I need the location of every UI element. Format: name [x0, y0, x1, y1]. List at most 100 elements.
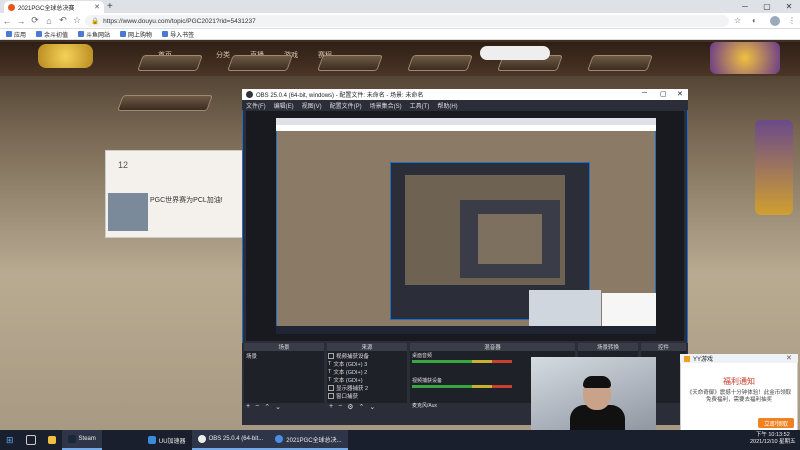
notification-header: YY游戏: [680, 354, 798, 363]
bookmark-icon: [78, 31, 85, 37]
obs-minimize-icon[interactable]: ─: [642, 90, 647, 97]
pgc-logo[interactable]: [38, 44, 93, 68]
window-icon: [328, 393, 334, 399]
nested-address-bar: [276, 125, 656, 131]
menu-item[interactable]: 配置文件(P): [330, 101, 362, 110]
import-icon: [162, 31, 169, 37]
up-icon[interactable]: ⌃: [358, 403, 364, 411]
start-button[interactable]: ⊞: [0, 430, 20, 450]
nested-webcam: [529, 290, 601, 330]
scene-item[interactable]: 场景: [246, 352, 257, 360]
browser-tab[interactable]: 2021PGC全球总决赛 ✕: [4, 1, 104, 13]
back-icon[interactable]: ←: [0, 16, 14, 26]
bookmark-star-icon[interactable]: ☆: [70, 15, 84, 26]
url-text: https://www.douyu.com/topic/PGC2021?rid=…: [103, 17, 256, 25]
extension-icon[interactable]: ◐: [752, 16, 757, 25]
bookmark-icon: [36, 31, 43, 37]
bookmark-item[interactable]: 网上购物: [120, 30, 152, 39]
explorer-button[interactable]: [42, 430, 62, 450]
new-tab-icon[interactable]: +: [107, 1, 113, 12]
close-window-icon[interactable]: ✕: [778, 0, 800, 13]
team-tab[interactable]: [317, 55, 383, 71]
notification-text: 《天命奇御》震撼十分钟体验！此金币领取免费福利，需要去福利抽奖: [686, 390, 792, 403]
windows-taskbar: ⊞ Steam UU加速器 OBS 25.0.4 (64-bit... 2021…: [0, 430, 800, 450]
forward-icon[interactable]: →: [14, 16, 28, 26]
obs-close-icon[interactable]: ✕: [677, 90, 683, 98]
obs-maximize-icon[interactable]: ▢: [660, 90, 667, 98]
add-icon[interactable]: +: [329, 403, 333, 411]
source-item[interactable]: T 文本 (GDI+) 2: [328, 368, 404, 376]
source-item[interactable]: T 文本 (GDI+): [328, 376, 404, 384]
taskbar-item[interactable]: UU加速器: [142, 430, 192, 450]
profile-avatar[interactable]: [770, 16, 780, 26]
menu-item[interactable]: 场景集合(S): [370, 101, 402, 110]
undo-icon[interactable]: ↶: [56, 15, 70, 26]
mixer-label: 桌面音频: [412, 353, 433, 359]
stream-thumbnail[interactable]: [108, 193, 148, 231]
menu-item[interactable]: 帮助(H): [437, 101, 457, 110]
menu-item[interactable]: 工具(T): [410, 101, 430, 110]
windows-icon: ⊞: [6, 434, 14, 445]
team-tab[interactable]: [137, 55, 203, 71]
taskbar-item[interactable]: Steam: [61, 430, 102, 450]
bookmark-item[interactable]: 余斗初值: [36, 30, 68, 39]
down-icon[interactable]: ⌄: [369, 403, 375, 411]
source-item[interactable]: T 文本 (GDI+) 3: [328, 360, 404, 368]
stream-count: 12: [118, 160, 129, 170]
reload-icon[interactable]: ⟳: [28, 15, 42, 26]
mixer-dock-header: 混音器: [410, 343, 575, 351]
bookmark-item[interactable]: 导入书签: [162, 30, 194, 39]
down-icon[interactable]: ⌄: [275, 403, 281, 411]
close-tab-icon[interactable]: ✕: [94, 3, 100, 11]
scene-controls: + − ⌃ ⌄: [246, 403, 281, 411]
gear-icon[interactable]: ⚙: [347, 403, 353, 411]
address-bar[interactable]: 🔒 https://www.douyu.com/topic/PGC2021?ri…: [85, 15, 729, 27]
stream-title[interactable]: PGC世界赛为PCL加油!: [150, 195, 223, 205]
obs-title: OBS 25.0.4 (64-bit, windows) - 配置文件: 未命名…: [256, 93, 424, 99]
task-view-button[interactable]: [20, 430, 42, 450]
source-controls: + − ⚙ ⌃ ⌄: [329, 403, 375, 411]
remove-icon[interactable]: −: [338, 403, 342, 411]
maximize-icon[interactable]: ▢: [756, 0, 778, 13]
team-tab[interactable]: [117, 95, 213, 111]
home-icon[interactable]: ⌂: [42, 16, 56, 26]
clock-time: 下午 10:13:52: [755, 432, 790, 438]
claim-button[interactable]: 立即领取: [758, 418, 794, 428]
menu-item[interactable]: 编辑(E): [274, 101, 294, 110]
bookmark-item[interactable]: 应用: [6, 30, 26, 39]
obs-icon: [197, 435, 206, 443]
taskbar-item[interactable]: OBS 25.0.4 (64-bit...: [191, 430, 270, 450]
up-icon[interactable]: ⌃: [264, 403, 270, 411]
minimize-icon[interactable]: ─: [734, 0, 756, 13]
bookmarks-bar: 应用 余斗初值 斗鱼网站 网上购物 导入书签: [0, 29, 800, 40]
nav-link[interactable]: 分类: [216, 50, 230, 60]
sources-dock-header: 来源: [327, 343, 407, 351]
remove-icon[interactable]: −: [255, 403, 259, 411]
system-clock[interactable]: 下午 10:13:52 2021/12/10 星期五: [750, 432, 796, 446]
side-badge[interactable]: [755, 120, 793, 215]
team-tab[interactable]: [407, 55, 473, 71]
text-icon: T: [328, 361, 332, 367]
bookmark-icon: [120, 31, 127, 37]
chrome-icon: [275, 435, 284, 443]
source-item[interactable]: 视频捕获设备: [328, 352, 404, 360]
event-banner[interactable]: [710, 42, 780, 74]
star-icon[interactable]: ☆: [734, 16, 741, 25]
close-icon[interactable]: ✕: [786, 354, 792, 362]
menu-item[interactable]: 视图(V): [302, 101, 322, 110]
notification-title: 福利通知: [723, 377, 755, 386]
obs-titlebar: OBS 25.0.4 (64-bit, windows) - 配置文件: 未命名…: [242, 89, 688, 100]
menu-item[interactable]: 文件(F): [246, 101, 266, 110]
taskbar-item[interactable]: 2021PGC全球总决...: [269, 430, 348, 450]
menu-icon[interactable]: ⋮: [788, 16, 796, 25]
add-icon[interactable]: +: [246, 403, 250, 411]
team-tab[interactable]: [227, 55, 293, 71]
team-tab[interactable]: [587, 55, 653, 71]
source-item[interactable]: 窗口捕获: [328, 392, 404, 400]
site-search-input[interactable]: [480, 46, 550, 60]
site-header: [0, 42, 800, 76]
volume-meter: [412, 385, 512, 388]
uu-icon: [147, 436, 156, 444]
source-item[interactable]: 显示器捕获 2: [328, 384, 404, 392]
bookmark-item[interactable]: 斗鱼网站: [78, 30, 110, 39]
